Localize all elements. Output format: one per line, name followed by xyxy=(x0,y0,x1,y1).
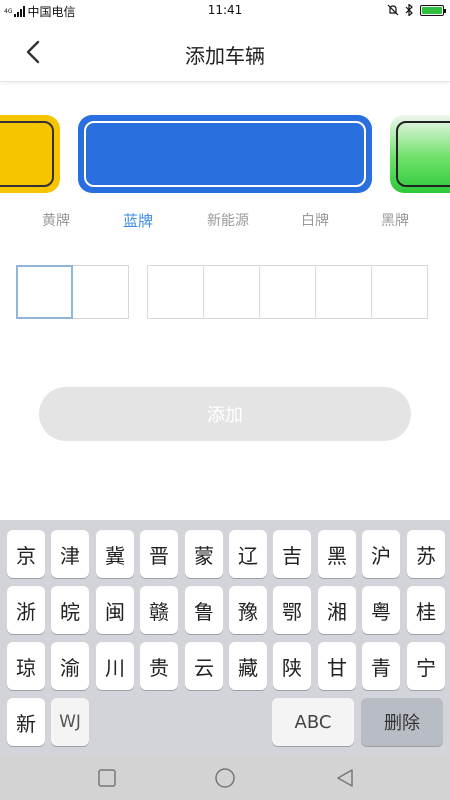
page-title: 添加车辆 xyxy=(185,44,265,68)
mute-icon xyxy=(387,4,399,16)
circle-icon xyxy=(215,768,235,788)
battery-icon xyxy=(420,4,446,16)
plate-char-box[interactable] xyxy=(371,265,428,319)
triangle-back-icon xyxy=(337,769,353,787)
plate-type-tabs: 黄牌 蓝牌 新能源 白牌 黑牌 xyxy=(0,210,450,234)
plate-card-new-energy[interactable] xyxy=(390,115,450,193)
plate-char-box[interactable] xyxy=(16,265,73,319)
plate-number-input xyxy=(147,265,428,319)
province-keyboard: ABC 删除 京津冀晋蒙辽吉黑沪苏浙皖闽赣鲁豫鄂湘粤桂琼渝川贵云藏陕甘青宁新 WJ xyxy=(0,520,450,756)
keyboard-key[interactable]: 黑 xyxy=(318,530,356,578)
keyboard-key[interactable]: 吉 xyxy=(273,530,311,578)
square-icon xyxy=(98,769,116,787)
tab-yellow-plate[interactable]: 黄牌 xyxy=(40,210,72,230)
keyboard-key[interactable]: 冀 xyxy=(96,530,134,578)
keyboard-key[interactable]: 京 xyxy=(7,530,45,578)
keyboard-key[interactable]: 豫 xyxy=(229,586,267,634)
keyboard-key[interactable]: 皖 xyxy=(51,586,89,634)
keyboard-key[interactable]: 藏 xyxy=(229,642,267,690)
delete-key[interactable]: 删除 xyxy=(361,698,443,746)
keyboard-key[interactable]: 闽 xyxy=(96,586,134,634)
keyboard-key[interactable]: 桂 xyxy=(407,586,445,634)
keyboard-key[interactable]: 鄂 xyxy=(273,586,311,634)
keyboard-key[interactable]: 青 xyxy=(362,642,400,690)
keyboard-key[interactable]: 新 xyxy=(7,698,45,746)
home-button[interactable] xyxy=(213,766,237,790)
keyboard-key[interactable]: 赣 xyxy=(140,586,178,634)
keyboard-key[interactable]: 苏 xyxy=(407,530,445,578)
keyboard-key[interactable]: 陕 xyxy=(273,642,311,690)
status-bar: 4G 中国电信 11:41 xyxy=(0,0,450,22)
keyboard-key[interactable]: 琼 xyxy=(7,642,45,690)
bluetooth-icon xyxy=(405,4,413,16)
plate-char-box[interactable] xyxy=(72,265,129,319)
status-time: 11:41 xyxy=(207,3,243,17)
plate-char-box[interactable] xyxy=(315,265,372,319)
keyboard-key[interactable]: 晋 xyxy=(140,530,178,578)
keyboard-key[interactable]: WJ xyxy=(51,698,89,746)
plate-type-carousel[interactable] xyxy=(0,112,450,196)
plate-char-box[interactable] xyxy=(147,265,204,319)
tab-blue-plate[interactable]: 蓝牌 xyxy=(120,210,156,231)
keyboard-key[interactable]: 粤 xyxy=(362,586,400,634)
keyboard-key[interactable]: 津 xyxy=(51,530,89,578)
keyboard-key[interactable]: 贵 xyxy=(140,642,178,690)
tab-new-energy-plate[interactable]: 新能源 xyxy=(203,210,253,230)
tab-white-plate[interactable]: 白牌 xyxy=(299,210,331,230)
plate-char-box[interactable] xyxy=(259,265,316,319)
keyboard-key[interactable]: 甘 xyxy=(318,642,356,690)
recent-apps-button[interactable] xyxy=(95,766,119,790)
add-vehicle-button[interactable]: 添加 xyxy=(39,387,411,441)
keyboard-key[interactable]: 鲁 xyxy=(185,586,223,634)
keyboard-key[interactable]: 沪 xyxy=(362,530,400,578)
keyboard-key[interactable]: 渝 xyxy=(51,642,89,690)
keyboard-key[interactable]: 川 xyxy=(96,642,134,690)
plate-char-box[interactable] xyxy=(203,265,260,319)
status-icons xyxy=(387,4,446,16)
plate-card-blue[interactable] xyxy=(78,115,372,193)
keyboard-key[interactable]: 浙 xyxy=(7,586,45,634)
plate-prefix-input xyxy=(16,265,129,319)
keyboard-key[interactable]: 蒙 xyxy=(185,530,223,578)
system-back-button[interactable] xyxy=(333,766,357,790)
keyboard-key[interactable]: 云 xyxy=(185,642,223,690)
keyboard-key[interactable]: 辽 xyxy=(229,530,267,578)
abc-key[interactable]: ABC xyxy=(272,698,354,746)
nav-bar: 添加车辆 xyxy=(0,22,450,82)
keyboard-key[interactable]: 宁 xyxy=(407,642,445,690)
keyboard-key[interactable]: 湘 xyxy=(318,586,356,634)
system-nav-bar xyxy=(0,756,450,800)
tab-black-plate[interactable]: 黑牌 xyxy=(379,210,411,230)
plate-card-yellow[interactable] xyxy=(0,115,60,193)
